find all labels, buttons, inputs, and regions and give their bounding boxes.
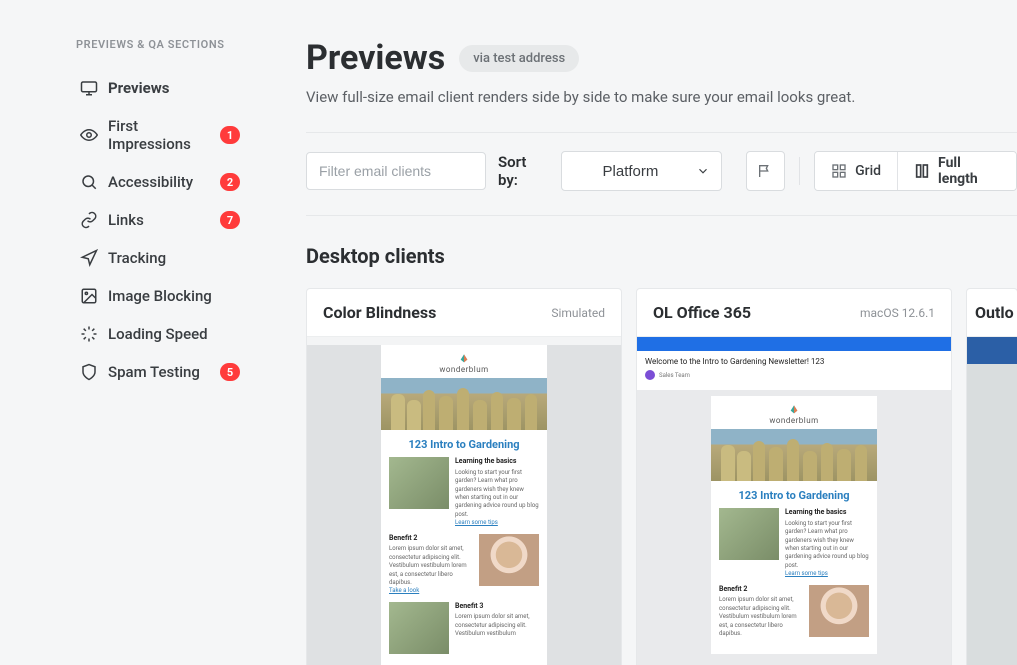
- link-icon: [80, 211, 98, 229]
- sidebar-item-accessibility[interactable]: Accessibility 2: [0, 163, 280, 201]
- sidebar-label: First Impressions: [80, 117, 220, 153]
- email-section-heading: Learning the basics: [785, 508, 869, 518]
- card-subtitle: Simulated: [551, 306, 605, 320]
- shield-icon: [80, 363, 98, 381]
- email-body-text: Lorem ipsum dolor sit amet, consectetur …: [719, 596, 803, 638]
- sidebar-item-loading-speed[interactable]: Loading Speed: [0, 315, 280, 353]
- sidebar-item-first-impressions[interactable]: First Impressions 1: [0, 107, 280, 163]
- email-body-text: Looking to start your first garden? Lear…: [455, 469, 539, 519]
- email-body-text: Lorem ipsum dolor sit amet, consectetur …: [455, 613, 539, 638]
- card-title: Color Blindness: [323, 303, 436, 322]
- sortby-label: Sort by:: [498, 153, 549, 189]
- view-toggle: Grid Full length: [814, 151, 1017, 191]
- section-heading: Desktop clients: [306, 244, 1017, 268]
- card-title: Outlo: [975, 303, 1014, 322]
- controls-row: Sort by: Platform Grid: [306, 132, 1017, 216]
- count-badge: 1: [220, 126, 240, 144]
- preview-card[interactable]: Outlo: [966, 288, 1017, 665]
- divider: [799, 157, 800, 185]
- preview-thumbnail: Welcome to the Intro to Gardening Newsle…: [637, 337, 951, 665]
- flag-button[interactable]: [746, 151, 785, 191]
- page-title: Previews: [306, 38, 445, 78]
- loading-icon: [80, 325, 98, 343]
- email-brand: wonderblum: [769, 416, 818, 425]
- preview-thumbnail: [967, 337, 1017, 665]
- sidebar-item-previews[interactable]: Previews: [0, 69, 280, 107]
- email-section-heading: Learning the basics: [455, 457, 539, 467]
- email-body-text: Looking to start your first garden? Lear…: [785, 520, 869, 570]
- email-section-heading: Benefit 3: [455, 602, 539, 612]
- source-pill: via test address: [459, 45, 579, 72]
- card-title: OL Office 365: [653, 303, 751, 322]
- sidebar-item-spam-testing[interactable]: Spam Testing 5: [0, 353, 280, 391]
- main-content: Previews via test address View full-size…: [280, 0, 1017, 665]
- email-section-heading: Benefit 2: [389, 534, 473, 544]
- count-badge: 7: [220, 211, 240, 229]
- email-from: Sales Team: [659, 372, 690, 379]
- sidebar-item-tracking[interactable]: Tracking: [0, 239, 280, 277]
- search-icon: [80, 173, 98, 191]
- preview-cards-row: Color Blindness Simulated wonderblum: [306, 288, 1017, 665]
- sidebar-label: Image Blocking: [80, 287, 212, 305]
- sidebar-label: Loading Speed: [80, 325, 208, 343]
- flag-icon: [757, 163, 773, 179]
- preview-card[interactable]: OL Office 365 macOS 12.6.1 Welcome to th…: [636, 288, 952, 665]
- page-subtitle: View full-size email client renders side…: [306, 88, 1017, 106]
- preview-thumbnail: wonderblum 123 Intro to Gardening: [307, 337, 621, 665]
- email-body-text: Lorem ipsum dolor sit amet, consectetur …: [389, 545, 473, 587]
- image-icon: [80, 287, 98, 305]
- count-badge: 2: [220, 173, 240, 191]
- email-brand: wonderblum: [439, 365, 488, 374]
- sidebar: PREVIEWS & QA SECTIONS Previews First Im…: [0, 0, 280, 665]
- email-link: Take a look: [389, 587, 473, 595]
- email-subject: Welcome to the Intro to Gardening Newsle…: [645, 357, 943, 366]
- navigate-icon: [80, 249, 98, 267]
- sort-select[interactable]: Platform: [561, 151, 722, 191]
- filter-input[interactable]: [306, 152, 486, 190]
- grid-label: Grid: [855, 163, 881, 179]
- email-headline: 123 Intro to Gardening: [408, 430, 519, 457]
- columns-icon: [914, 163, 930, 179]
- sidebar-item-links[interactable]: Links 7: [0, 201, 280, 239]
- monitor-icon: [80, 79, 98, 97]
- grid-icon: [831, 163, 847, 179]
- full-length-toggle[interactable]: Full length: [897, 152, 1016, 190]
- sidebar-header: PREVIEWS & QA SECTIONS: [0, 38, 280, 69]
- eye-icon: [80, 126, 98, 144]
- email-link: Learn some tips: [455, 519, 539, 527]
- email-link: Learn some tips: [785, 570, 869, 578]
- full-length-label: Full length: [938, 155, 1000, 187]
- email-headline: 123 Intro to Gardening: [738, 481, 849, 508]
- count-badge: 5: [220, 363, 240, 381]
- sidebar-item-image-blocking[interactable]: Image Blocking: [0, 277, 280, 315]
- grid-toggle[interactable]: Grid: [815, 152, 897, 190]
- card-subtitle: macOS 12.6.1: [860, 306, 935, 320]
- email-section-heading: Benefit 2: [719, 585, 803, 595]
- preview-card[interactable]: Color Blindness Simulated wonderblum: [306, 288, 622, 665]
